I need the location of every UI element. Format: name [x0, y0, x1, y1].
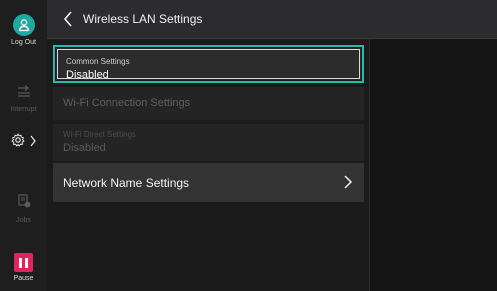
chevron-left-icon[interactable]: [59, 9, 79, 29]
right-pane: [369, 39, 497, 291]
interrupt-icon: [16, 84, 32, 103]
chevron-right-icon: [342, 174, 354, 190]
jobs-icon: [16, 193, 32, 214]
wifi-direct-settings-item: Wi-Fi Direct Settings Disabled: [53, 124, 364, 161]
page-title: Wireless LAN Settings: [83, 12, 203, 26]
settings-list: Common Settings Disabled Wi-Fi Connectio…: [47, 39, 369, 291]
common-settings-value: Disabled: [66, 69, 109, 81]
jobs-label: Jobs: [16, 217, 31, 224]
network-name-settings-label: Network Name Settings: [63, 176, 190, 190]
wifi-direct-settings-label: Wi-Fi Direct Settings: [63, 130, 136, 139]
pause-label: Pause: [13, 275, 34, 282]
user-icon: [12, 14, 35, 36]
device-settings-button[interactable]: [0, 133, 47, 152]
wifi-direct-settings-value: Disabled: [63, 142, 106, 154]
left-rail: Log Out Interrupt Jobs Pause: [0, 0, 47, 291]
jobs-button[interactable]: Jobs: [0, 193, 47, 224]
chevron-right-icon: [30, 134, 36, 152]
gear-icon: [11, 133, 25, 152]
pause-button[interactable]: Pause: [0, 253, 47, 282]
wifi-connection-settings-item: Wi-Fi Connection Settings: [53, 87, 364, 120]
header-bar: Wireless LAN Settings: [47, 0, 497, 39]
logout-label: Log Out: [11, 39, 36, 46]
logout-button[interactable]: Log Out: [0, 14, 47, 46]
interrupt-label: Interrupt: [10, 106, 37, 113]
pause-icon: [14, 253, 33, 272]
network-name-settings-item[interactable]: Network Name Settings: [53, 163, 364, 202]
common-settings-label: Common Settings: [66, 57, 130, 66]
common-settings-item[interactable]: Common Settings Disabled: [53, 45, 364, 83]
wifi-connection-settings-label: Wi-Fi Connection Settings: [63, 97, 191, 109]
interrupt-button[interactable]: Interrupt: [0, 84, 47, 113]
